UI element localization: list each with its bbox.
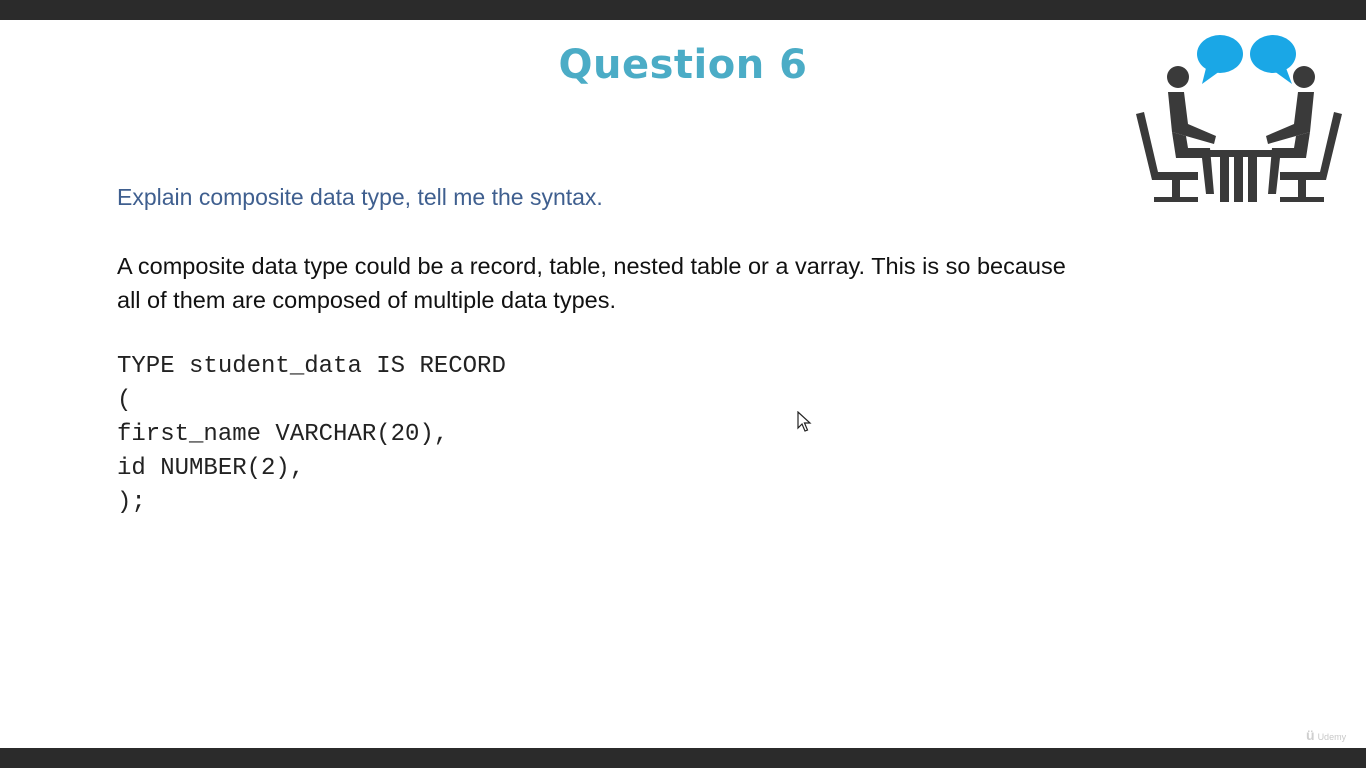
answer-text: A composite data type could be a record,… [117,253,1066,313]
code-line: id NUMBER(2), [117,455,305,482]
code-line: ); [117,489,146,516]
code-line: TYPE student_data IS RECORD [117,353,506,380]
mouse-cursor-icon [797,411,812,432]
top-frame-bar [0,0,1366,20]
speech-bubble-icon [1250,35,1296,84]
code-line: first_name VARCHAR(20), [117,421,449,448]
question-text: Explain composite data type, tell me the… [117,184,603,210]
speech-bubble-icon [1197,35,1243,84]
bottom-frame-bar [0,748,1366,768]
code-block: TYPE student_data IS RECORD ( first_name… [117,350,506,520]
udemy-watermark: ü Udemy [1306,727,1347,743]
udemy-logo-icon: ü [1306,727,1315,743]
presentation-slide: Question 6 Explain composite data type, … [0,20,1366,748]
code-line: ( [117,387,132,414]
two-people-talking-at-table-icon [1136,35,1342,202]
